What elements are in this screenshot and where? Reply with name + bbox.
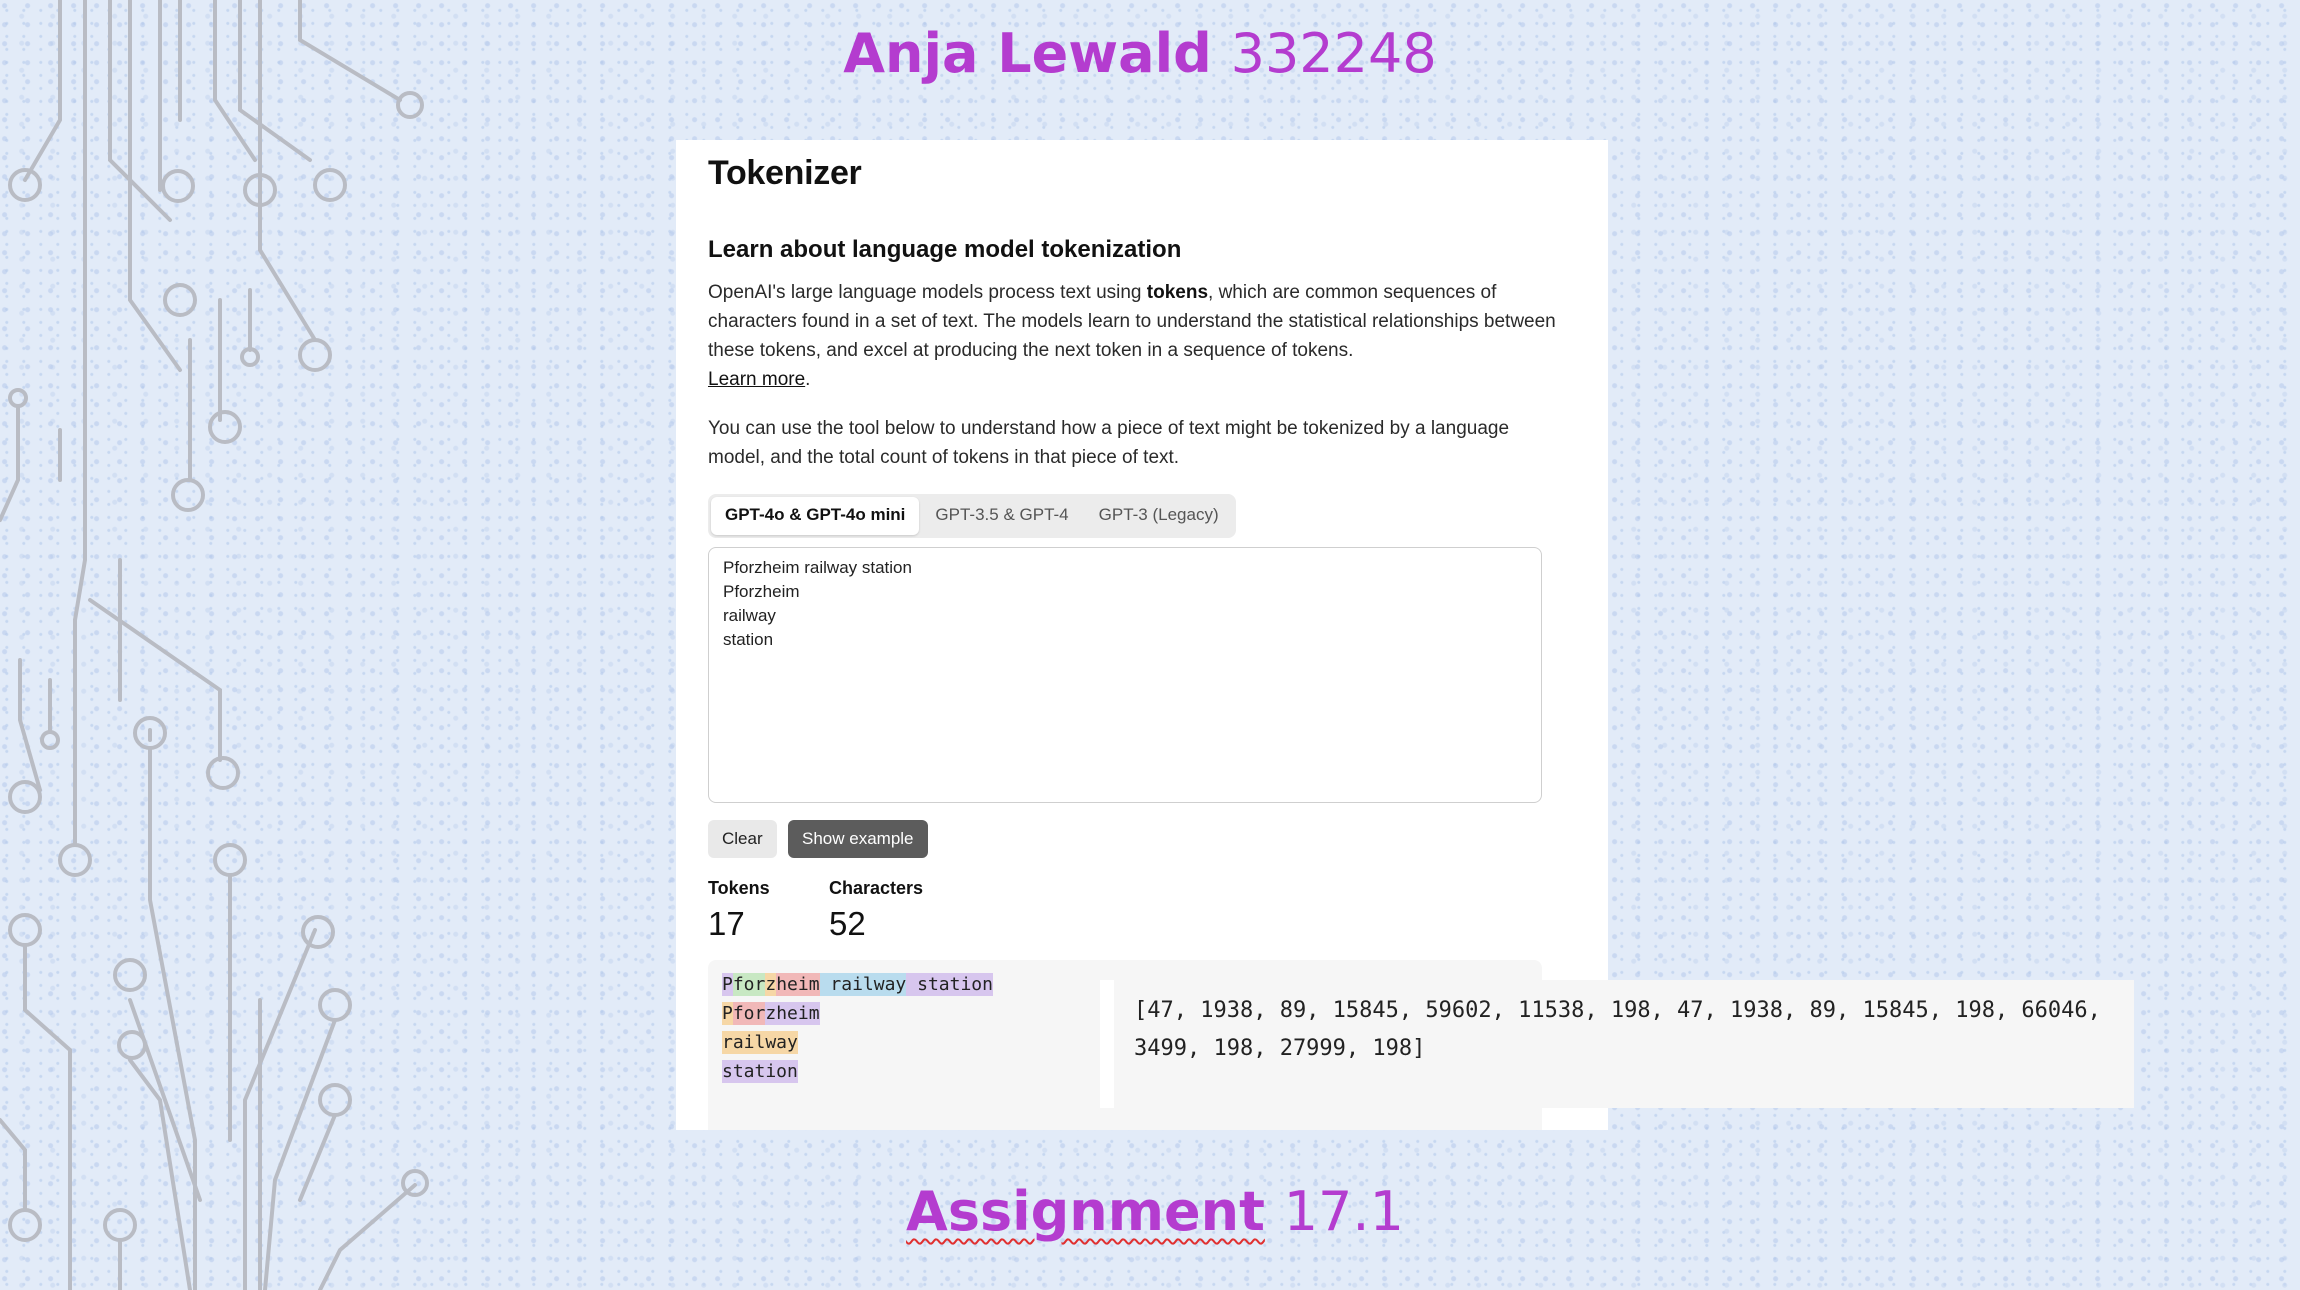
token-chip: z [765,973,777,996]
intro-bold-tokens: tokens [1146,282,1209,303]
usage-paragraph: You can use the tool below to understand… [708,418,1510,468]
token-ids: [47, 1938, 89, 15845, 59602, 11538, 198,… [1134,998,2101,1061]
learn-more-link[interactable]: Learn more [708,369,805,390]
assignment-label: Assignment [906,1180,1265,1243]
token-lines: Pforzheim railway station Pforzheim railwa… [722,970,993,1086]
slide-footer: Assignment 17.1 [0,1180,2300,1243]
token-chip: railway [722,1031,798,1054]
token-line: railway [722,1028,993,1057]
assignment-number: 17.1 [1283,1180,1404,1243]
section-heading: Learn about language model tokenization [708,236,1182,263]
model-tabs: GPT-4o & GPT-4o mini GPT-3.5 & GPT-4 GPT… [708,494,1236,538]
token-chip: P [722,973,733,996]
clear-button[interactable]: Clear [708,820,777,858]
tab-gpt-3-legacy[interactable]: GPT-3 (Legacy) [1085,497,1233,535]
token-line: Pforzheim [722,999,993,1028]
intro-text-1: OpenAI's large language models process t… [708,282,1147,303]
token-chip: railway [819,973,907,996]
author-id: 332248 [1230,22,1437,85]
show-example-button[interactable]: Show example [788,820,928,858]
token-chip: station [722,1060,798,1083]
tokens-count: 17 [708,905,745,942]
characters-label: Characters [829,878,924,898]
page-title: Tokenizer [708,154,862,192]
token-chip: zheim [765,1002,820,1025]
learn-more-suffix: . [805,369,811,390]
token-chip: station [906,973,993,996]
tokens-stat: Tokens 17 [708,878,770,943]
token-line: Pforzheim railway station [722,970,993,999]
token-chip: for [732,1002,766,1025]
slide-header: Anja Lewald 332248 [0,22,2280,85]
circuit-decoration [0,0,429,1290]
tab-gpt-4o[interactable]: GPT-4o & GPT-4o mini [711,497,920,535]
characters-count: 52 [829,905,866,942]
tokens-label: Tokens [708,878,770,898]
token-chip: for [732,973,766,996]
intro-paragraph: OpenAI's large language models process t… [708,278,1558,394]
token-line: station [722,1057,993,1086]
token-chip: P [722,1002,733,1025]
token-ids-box: [47, 1938, 89, 15845, 59602, 11538, 198,… [1100,980,2134,1108]
tab-gpt-3-5-gpt-4[interactable]: GPT-3.5 & GPT-4 [921,497,1082,535]
characters-stat: Characters 52 [829,878,923,943]
author-name: Anja Lewald [843,22,1212,85]
text-input[interactable]: Pforzheim railway station Pforzheim rail… [708,547,1542,803]
token-chip: heim [776,973,820,996]
